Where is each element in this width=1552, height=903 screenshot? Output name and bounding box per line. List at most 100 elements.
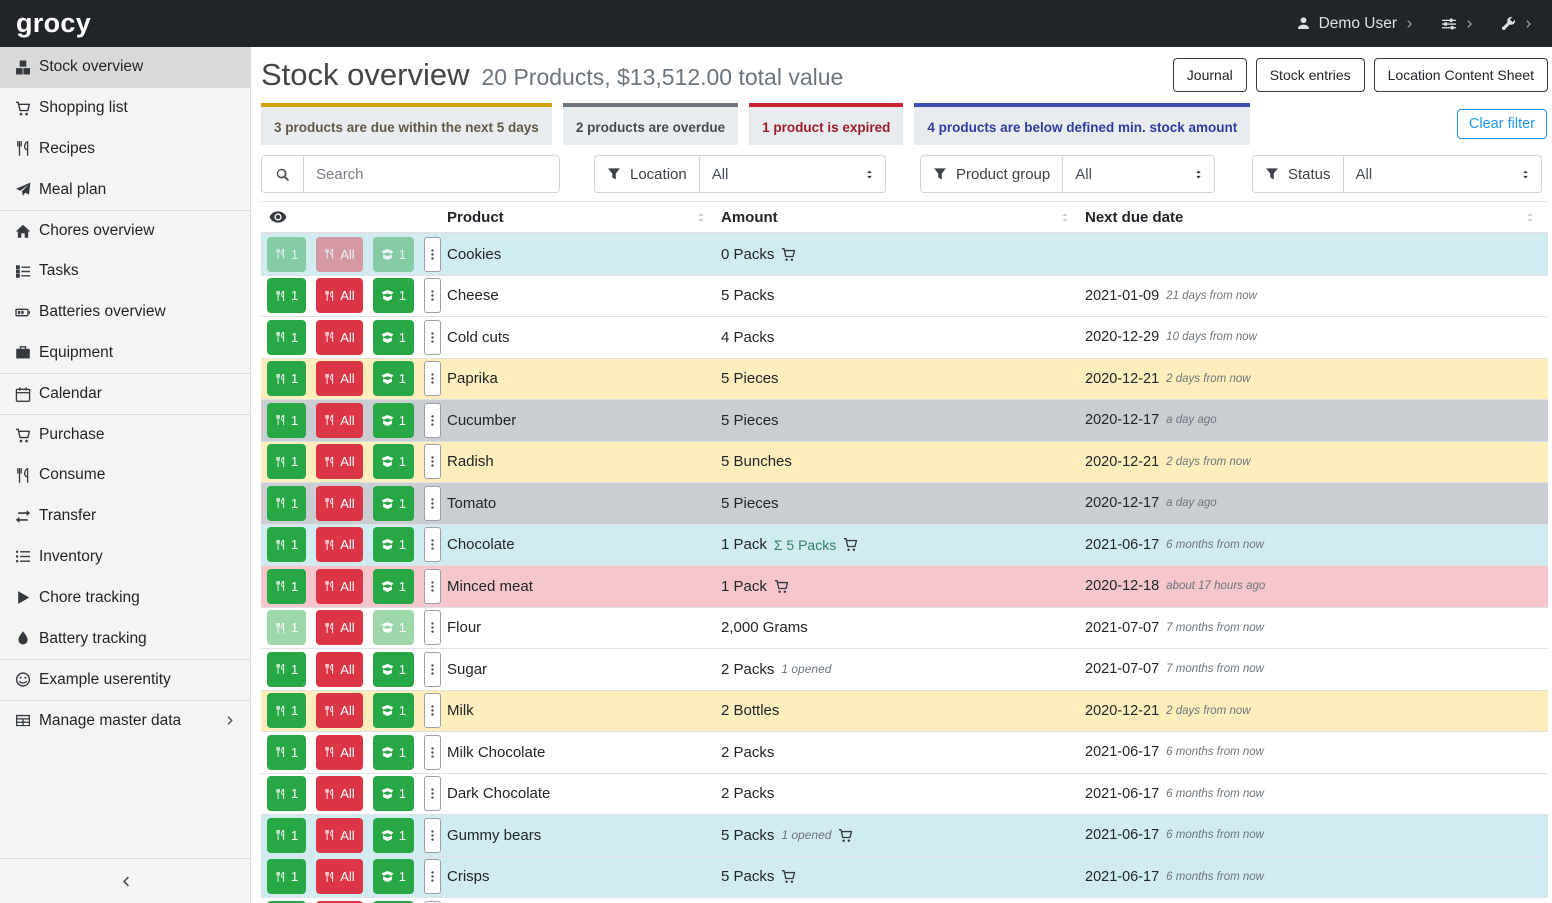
sidebar-item-tasks[interactable]: Tasks <box>0 251 250 292</box>
column-header-next-due-date[interactable]: Next due date <box>1083 209 1548 226</box>
consume-one-button[interactable]: 1 <box>267 652 306 687</box>
sidebar-item-consume[interactable]: Consume <box>0 455 250 496</box>
row-menu-button[interactable] <box>424 278 441 313</box>
sidebar-item-transfer[interactable]: Transfer <box>0 496 250 537</box>
row-menu-button[interactable] <box>424 361 441 396</box>
search-input[interactable] <box>304 156 559 192</box>
sidebar-item-example-userentity[interactable]: Example userentity <box>0 659 250 700</box>
consume-one-button[interactable]: 1 <box>267 403 306 438</box>
row-menu-button[interactable] <box>424 610 441 645</box>
consume-one-button[interactable]: 1 <box>267 486 306 521</box>
consume-all-button[interactable]: All <box>316 486 362 521</box>
row-menu-button[interactable] <box>424 569 441 604</box>
row-menu-button[interactable] <box>424 486 441 521</box>
consume-all-button[interactable]: All <box>316 237 362 272</box>
column-header-product[interactable]: Product <box>445 209 719 226</box>
sidebar-item-calendar[interactable]: Calendar <box>0 373 250 414</box>
consume-one-button[interactable]: 1 <box>267 569 306 604</box>
column-header-amount[interactable]: Amount <box>719 209 1083 226</box>
sidebar-item-inventory[interactable]: Inventory <box>0 537 250 578</box>
sidebar-item-batteries-overview[interactable]: Batteries overview <box>0 292 250 333</box>
row-menu-button[interactable] <box>424 776 441 811</box>
row-menu-button[interactable] <box>424 444 441 479</box>
product-group-select[interactable]: All <box>1063 156 1214 192</box>
row-menu-button[interactable] <box>424 693 441 728</box>
consume-all-button[interactable]: All <box>316 652 362 687</box>
sidebar-item-manage-master-data[interactable]: Manage master data <box>0 700 250 741</box>
sidebar-item-recipes[interactable]: Recipes <box>0 129 250 170</box>
open-one-button[interactable]: 1 <box>373 776 414 811</box>
shopping-cart-icon[interactable] <box>781 247 796 262</box>
sidebar-item-chore-tracking[interactable]: Chore tracking <box>0 577 250 618</box>
sidebar-item-equipment[interactable]: Equipment <box>0 333 250 374</box>
journal-button[interactable]: Journal <box>1173 58 1247 92</box>
consume-one-button[interactable]: 1 <box>267 818 306 853</box>
consume-all-button[interactable]: All <box>316 776 362 811</box>
due-soon-banner[interactable]: 3 products are due within the next 5 day… <box>261 103 552 145</box>
consume-all-button[interactable]: All <box>316 527 362 562</box>
open-one-button[interactable]: 1 <box>373 569 414 604</box>
consume-one-button[interactable]: 1 <box>267 776 306 811</box>
location-content-sheet-button[interactable]: Location Content Sheet <box>1374 58 1548 92</box>
open-one-button[interactable]: 1 <box>373 486 414 521</box>
open-one-button[interactable]: 1 <box>373 610 414 645</box>
sidebar-item-shopping-list[interactable]: Shopping list <box>0 88 250 129</box>
admin-menu[interactable] <box>1501 16 1534 31</box>
clear-filter-button[interactable]: Clear filter <box>1457 109 1547 139</box>
open-one-button[interactable]: 1 <box>373 652 414 687</box>
toggle-columns-eye-icon[interactable] <box>261 208 445 226</box>
shopping-cart-icon[interactable] <box>843 537 858 552</box>
open-one-button[interactable]: 1 <box>373 361 414 396</box>
consume-all-button[interactable]: All <box>316 859 362 894</box>
row-menu-button[interactable] <box>424 735 441 770</box>
sidebar-item-battery-tracking[interactable]: Battery tracking <box>0 618 250 659</box>
row-menu-button[interactable] <box>424 403 441 438</box>
sidebar-item-meal-plan[interactable]: Meal plan <box>0 169 250 210</box>
row-menu-button[interactable] <box>424 652 441 687</box>
consume-one-button[interactable]: 1 <box>267 610 306 645</box>
status-select[interactable]: All <box>1344 156 1541 192</box>
consume-all-button[interactable]: All <box>316 569 362 604</box>
open-one-button[interactable]: 1 <box>373 527 414 562</box>
consume-one-button[interactable]: 1 <box>267 320 306 355</box>
overdue-banner[interactable]: 2 products are overdue <box>563 103 738 145</box>
consume-one-button[interactable]: 1 <box>267 735 306 770</box>
consume-all-button[interactable]: All <box>316 693 362 728</box>
sidebar-item-stock-overview[interactable]: Stock overview <box>0 47 250 88</box>
open-one-button[interactable]: 1 <box>373 693 414 728</box>
stock-entries-button[interactable]: Stock entries <box>1256 58 1365 92</box>
row-menu-button[interactable] <box>424 237 441 272</box>
consume-all-button[interactable]: All <box>316 444 362 479</box>
consume-one-button[interactable]: 1 <box>267 693 306 728</box>
open-one-button[interactable]: 1 <box>373 403 414 438</box>
open-one-button[interactable]: 1 <box>373 237 414 272</box>
consume-one-button[interactable]: 1 <box>267 278 306 313</box>
shopping-cart-icon[interactable] <box>838 828 853 843</box>
consume-one-button[interactable]: 1 <box>267 527 306 562</box>
open-one-button[interactable]: 1 <box>373 278 414 313</box>
consume-all-button[interactable]: All <box>316 278 362 313</box>
open-one-button[interactable]: 1 <box>373 444 414 479</box>
row-menu-button[interactable] <box>424 527 441 562</box>
consume-one-button[interactable]: 1 <box>267 361 306 396</box>
shopping-cart-icon[interactable] <box>781 869 796 884</box>
consume-all-button[interactable]: All <box>316 610 362 645</box>
open-one-button[interactable]: 1 <box>373 859 414 894</box>
collapse-sidebar-button[interactable] <box>0 858 250 903</box>
row-menu-button[interactable] <box>424 320 441 355</box>
user-menu[interactable]: Demo User <box>1296 15 1415 33</box>
consume-one-button[interactable]: 1 <box>267 444 306 479</box>
location-select[interactable]: All <box>700 156 885 192</box>
consume-one-button[interactable]: 1 <box>267 237 306 272</box>
consume-all-button[interactable]: All <box>316 361 362 396</box>
row-menu-button[interactable] <box>424 818 441 853</box>
consume-all-button[interactable]: All <box>316 403 362 438</box>
shopping-cart-icon[interactable] <box>774 579 789 594</box>
consume-all-button[interactable]: All <box>316 320 362 355</box>
open-one-button[interactable]: 1 <box>373 735 414 770</box>
row-menu-button[interactable] <box>424 859 441 894</box>
open-one-button[interactable]: 1 <box>373 320 414 355</box>
expired-banner[interactable]: 1 product is expired <box>749 103 903 145</box>
consume-all-button[interactable]: All <box>316 735 362 770</box>
open-one-button[interactable]: 1 <box>373 818 414 853</box>
